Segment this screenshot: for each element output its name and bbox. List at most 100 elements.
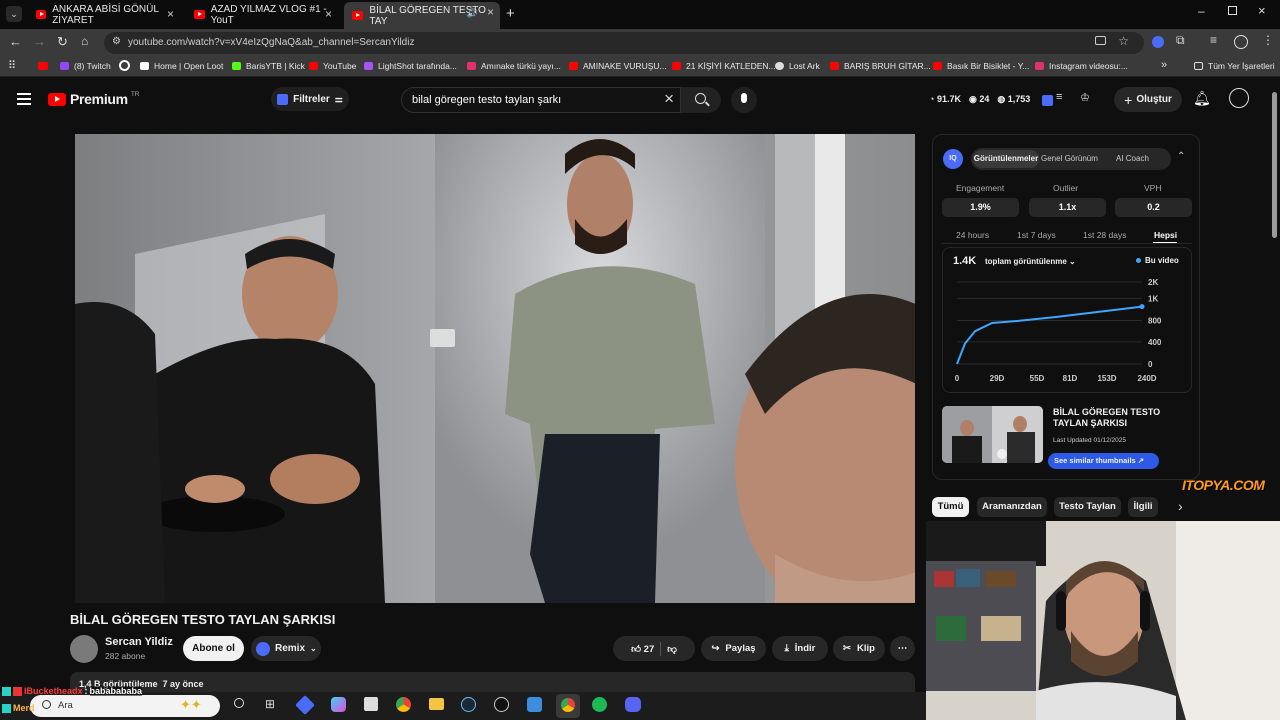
clear-search-icon[interactable]: × (664, 89, 674, 109)
bookmark-lostark[interactable]: Lost Ark (775, 61, 820, 71)
bookmark-youtube-3[interactable]: 21 KİŞİYİ KATLEDEN... (672, 61, 776, 71)
bookmark-youtube[interactable]: YouTube (309, 61, 356, 71)
bookmark-twitch[interactable]: (8) Twitch (60, 61, 111, 71)
app-icon-2[interactable] (494, 697, 509, 712)
channel-name[interactable]: Sercan Yildiz (105, 636, 173, 648)
all-bookmarks-folder[interactable]: Tüm Yer İşaretleri (1194, 61, 1275, 71)
tab-search-button[interactable]: ⌄ (6, 6, 22, 22)
search-button[interactable] (681, 87, 721, 113)
close-tab-icon[interactable]: × (167, 7, 174, 21)
remix-button[interactable]: Remix ⌄ (251, 636, 321, 661)
range-7d[interactable]: 1st 7 days (1017, 230, 1056, 240)
like-button[interactable]: 👍︎ 27 (631, 643, 654, 655)
filters-button[interactable]: Filtreler ⚌ (271, 87, 349, 111)
create-button[interactable]: + Oluştur (1114, 87, 1182, 112)
reload-icon[interactable]: ↻ (57, 34, 68, 50)
home-icon[interactable]: ⌂ (81, 34, 88, 48)
google-icon[interactable] (119, 60, 130, 71)
restore-window-icon[interactable] (1228, 6, 1237, 15)
bookmark-youtube-2[interactable]: AMINAKE VURUŞU... (569, 61, 667, 71)
range-28d[interactable]: 1st 28 days (1083, 230, 1126, 240)
share-button[interactable]: ↪ Paylaş (701, 636, 766, 661)
chip-all[interactable]: Tümü (932, 497, 969, 517)
file-explorer-icon[interactable] (429, 698, 444, 710)
vidiq-icon (277, 93, 289, 105)
page-scrollbar[interactable] (1272, 92, 1277, 238)
close-tab-icon[interactable]: × (325, 7, 332, 21)
range-24h[interactable]: 24 hours (956, 230, 989, 240)
chip-related[interactable]: İlgili (1128, 497, 1158, 517)
new-tab-button[interactable]: + (506, 5, 515, 22)
see-similar-thumbnails-button[interactable]: See similar thumbnails ↗ (1048, 453, 1159, 469)
thumbnail-image[interactable] (942, 406, 1043, 463)
hamburger-menu-icon[interactable] (17, 93, 31, 105)
copilot-icon[interactable] (331, 697, 346, 712)
channel-avatar[interactable] (70, 635, 98, 663)
clip-button[interactable]: ✂ Klip (833, 636, 885, 661)
close-tab-icon[interactable]: × (487, 5, 494, 19)
trophy-icon[interactable]: ♔ (1080, 91, 1090, 104)
bookmark-instagram-2[interactable]: Instagram videosu:... (1035, 61, 1128, 71)
bookmark-lightshot[interactable]: LightShot tarafında... (364, 61, 457, 71)
bookmark-youtube-4[interactable]: BARIŞ BRUH GİTAR... (830, 61, 931, 71)
store-icon[interactable] (364, 697, 378, 711)
vidiq-extension-icon[interactable] (1152, 36, 1164, 48)
bookmark-kick[interactable]: BarisYTB | Kick (232, 61, 305, 71)
notifications-bell-icon[interactable]: 🔔︎ (1193, 90, 1211, 107)
voice-search-button[interactable] (731, 87, 757, 113)
close-window-icon[interactable]: × (1258, 3, 1266, 18)
browser-tab-1[interactable]: ANKARA ABİSİ GÖNÜL ZİYARET × (28, 4, 180, 26)
subscribe-button[interactable]: Abone ol (183, 636, 244, 661)
dislike-icon[interactable]: 👎︎ (667, 643, 677, 655)
collapse-chevron-icon[interactable]: ⌃ (1177, 151, 1185, 162)
chrome-icon[interactable] (396, 697, 411, 712)
account-avatar[interactable] (1229, 88, 1249, 108)
range-all[interactable]: Hepsi (1154, 230, 1177, 240)
steam-icon[interactable] (461, 697, 476, 712)
task-view-icon[interactable] (234, 698, 244, 708)
apps-grid-icon[interactable]: ⠿ (8, 59, 16, 72)
minimize-window-icon[interactable]: – (1198, 4, 1205, 18)
profile-avatar-icon[interactable] (1234, 35, 1248, 49)
back-icon[interactable]: ← (9, 34, 22, 49)
browser-tab-3-active[interactable]: BİLAL GÖREGEN TESTO TAY 🔊 × (344, 2, 500, 29)
chip-from-search[interactable]: Aramanızdan (977, 497, 1047, 517)
search-input[interactable]: bilal göregen testo taylan şarkı × (401, 87, 681, 113)
reading-list-icon[interactable]: ≡ (1210, 33, 1217, 47)
vidiq-badge-icon[interactable] (1042, 95, 1053, 106)
chart-ytick-label: 800 (1148, 317, 1162, 326)
youtube-bookmark-icon[interactable] (38, 62, 48, 70)
youtube-logo[interactable]: Premium TR (48, 91, 139, 107)
discord-icon[interactable] (625, 697, 641, 712)
youtube-icon (933, 62, 942, 70)
tab-views[interactable]: Görüntülenmeler (973, 150, 1039, 168)
speaker-icon[interactable]: 🔊 (467, 8, 478, 19)
browser-tab-2[interactable]: AZAD YILMAZ VLOG #1 - YouT × (186, 4, 338, 26)
extensions-icon[interactable]: ⧉ (1176, 33, 1185, 48)
site-info-icon[interactable]: ⚙ (112, 36, 121, 47)
bookmark-star-icon[interactable]: ☆ (1118, 34, 1129, 48)
bookmark-youtube-5[interactable]: Basık Bir Bisiklet - Y... (933, 61, 1029, 71)
download-button[interactable]: ⤓ İndir (772, 636, 828, 661)
tab-overview[interactable]: Genel Görünüm (1041, 154, 1098, 163)
more-bookmarks-icon[interactable]: » (1161, 59, 1167, 71)
chip-testo-taylan[interactable]: Testo Taylan (1054, 497, 1121, 517)
description-box[interactable]: 1,4 B görüntüleme 7 ay önce (70, 672, 915, 692)
spotify-icon[interactable] (592, 697, 607, 712)
total-views-dropdown[interactable]: toplam görüntülenme ⌄ (985, 257, 1076, 266)
tab-ai-coach[interactable]: AI Coach (1116, 154, 1149, 163)
widgets-icon[interactable]: ⊞ (265, 697, 275, 711)
vidiq-menu-icon[interactable]: ≡ (1056, 91, 1062, 103)
url-field[interactable]: ⚙ youtube.com/watch?v=xV4eIzQgNaQ&ab_cha… (104, 32, 1144, 54)
more-actions-button[interactable]: ⋯ (890, 636, 915, 661)
bookmark-openloot[interactable]: Home | Open Loot (140, 61, 223, 71)
forward-icon[interactable]: → (33, 34, 46, 49)
browser-menu-icon[interactable]: ⋮ (1262, 33, 1274, 47)
app-icon-1[interactable] (295, 695, 315, 715)
install-app-icon[interactable] (1095, 36, 1106, 45)
taskbar-search-field[interactable]: Ara ✦✦ (30, 695, 220, 717)
app-icon-3[interactable] (527, 697, 542, 712)
bookmark-instagram-1[interactable]: Amınake türkü yayı... (467, 61, 561, 71)
chips-next-chevron-icon[interactable]: › (1178, 498, 1183, 514)
video-player[interactable] (75, 134, 915, 603)
